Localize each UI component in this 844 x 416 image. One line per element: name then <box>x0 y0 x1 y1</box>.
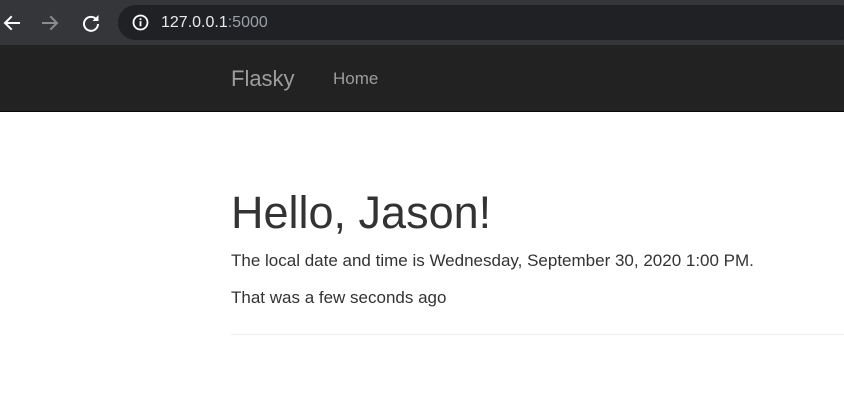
site-navbar: Flasky Home <box>0 45 844 112</box>
reload-icon <box>83 15 99 32</box>
address-bar[interactable]: 127.0.0.1:5000 <box>118 5 844 40</box>
url-port: :5000 <box>227 14 268 31</box>
reload-button[interactable] <box>79 11 103 35</box>
back-button[interactable] <box>0 11 24 35</box>
arrow-left-icon <box>3 15 20 31</box>
page-title: Hello, Jason! <box>231 187 492 238</box>
relative-time-text: That was a few seconds ago <box>231 288 447 307</box>
page-content: Hello, Jason! The local date and time is… <box>231 112 844 416</box>
local-datetime-text: The local date and time is Wednesday, Se… <box>231 251 754 270</box>
divider <box>231 334 844 335</box>
browser-toolbar: 127.0.0.1:5000 <box>0 0 844 45</box>
forward-button[interactable] <box>38 11 62 35</box>
info-circle-icon[interactable] <box>132 14 149 31</box>
nav-link-home[interactable]: Home <box>333 69 378 89</box>
url-host: 127.0.0.1 <box>161 14 228 31</box>
arrow-right-icon <box>42 15 59 31</box>
navbar-brand[interactable]: Flasky <box>231 66 295 92</box>
url-text[interactable]: 127.0.0.1:5000 <box>161 13 268 33</box>
